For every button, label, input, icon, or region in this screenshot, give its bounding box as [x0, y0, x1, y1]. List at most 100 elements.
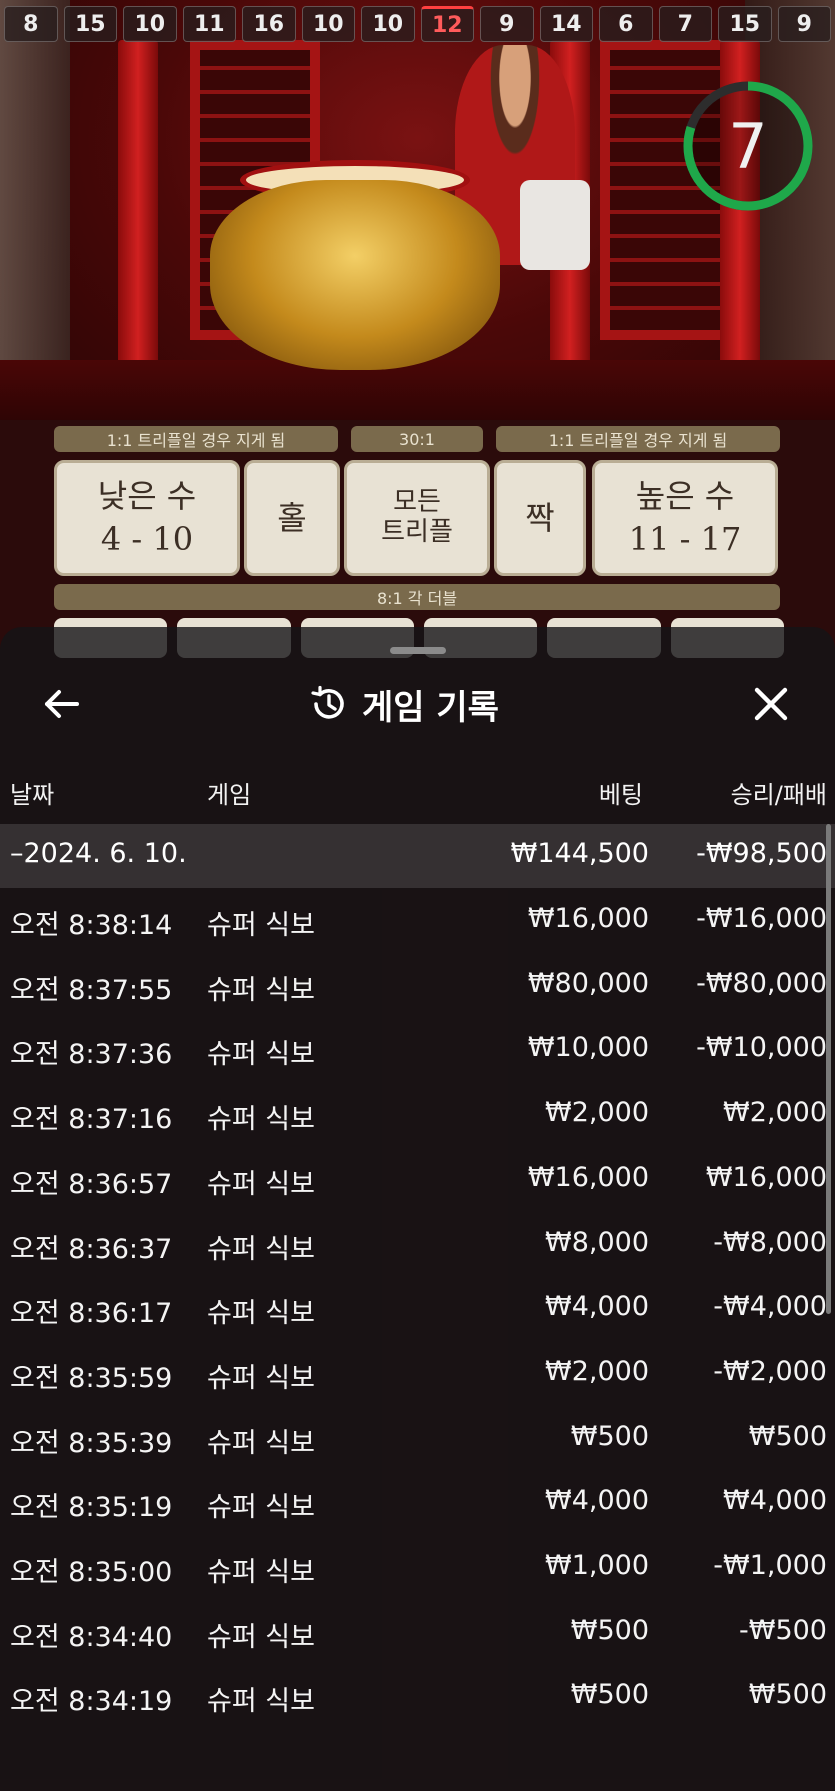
column-header-result: 승리/패배	[730, 781, 827, 809]
row-result: ₩4,000	[723, 1485, 827, 1517]
row-game: 슈퍼 식보	[207, 1621, 315, 1653]
row-bet: ₩16,000	[527, 1161, 649, 1193]
row-bet: ₩4,000	[545, 1485, 649, 1517]
bet-small-button[interactable]: 낮은 수 4 - 10	[54, 460, 240, 576]
history-row[interactable]: 오전 8:36:17 슈퍼 식보 ₩4,000 -₩4,000	[0, 1277, 835, 1341]
history-row[interactable]: 오전 8:35:59 슈퍼 식보 ₩2,000 -₩2,000	[0, 1342, 835, 1406]
payout-big: 1:1 트리플일 경우 지게 됨	[496, 426, 780, 452]
history-row[interactable]: 오전 8:35:19 슈퍼 식보 ₩4,000 ₩4,000	[0, 1471, 835, 1535]
row-result: -₩1,000	[713, 1550, 827, 1581]
game-history-sheet: 게임 기록 날짜 게임 베팅 승리/패배 –2024. 6. 10. ₩144,…	[0, 627, 835, 1791]
row-bet: ₩16,000	[527, 903, 649, 934]
bet-any-triple-button[interactable]: 모든 트리플	[344, 460, 490, 576]
bet-even-button[interactable]: 짝	[494, 460, 586, 576]
row-game: 슈퍼 식보	[207, 1686, 315, 1718]
row-game: 슈퍼 식보	[207, 1557, 315, 1588]
history-row[interactable]: 오전 8:37:16 슈퍼 식보 ₩2,000 ₩2,000	[0, 1083, 835, 1147]
history-row[interactable]: 오전 8:35:39 슈퍼 식보 ₩500 ₩500	[0, 1407, 835, 1471]
back-button[interactable]	[38, 681, 84, 727]
history-row[interactable]: 오전 8:34:19 슈퍼 식보 ₩500 ₩500	[0, 1665, 835, 1729]
dice-shaker-drum	[210, 180, 500, 370]
column-header-date: 날짜	[10, 781, 55, 809]
row-game: 슈퍼 식보	[207, 1104, 315, 1136]
result-cell: 10	[123, 6, 177, 42]
sheet-title-group: 게임 기록	[308, 679, 499, 729]
row-time: 오전 8:36:17	[10, 1298, 173, 1330]
history-row[interactable]: 오전 8:36:57 슈퍼 식보 ₩16,000 ₩16,000	[0, 1148, 835, 1212]
row-bet: ₩1,000	[545, 1550, 649, 1581]
history-row[interactable]: 오전 8:34:40 슈퍼 식보 ₩500 -₩500	[0, 1601, 835, 1665]
history-row[interactable]: 오전 8:37:55 슈퍼 식보 ₩80,000 -₩80,000	[0, 954, 835, 1018]
row-game: 슈퍼 식보	[207, 1427, 315, 1459]
row-time: 오전 8:34:19	[10, 1686, 173, 1718]
row-bet: ₩8,000	[545, 1226, 649, 1258]
row-result: -₩16,000	[696, 903, 827, 934]
sheet-title: 게임 기록	[362, 687, 499, 728]
bet-big-button[interactable]: 높은 수 11 - 17	[592, 460, 778, 576]
history-row[interactable]: 오전 8:35:00 슈퍼 식보 ₩1,000 -₩1,000	[0, 1536, 835, 1600]
row-time: 오전 8:35:59	[10, 1362, 173, 1394]
row-game: 슈퍼 식보	[207, 974, 315, 1006]
row-bet: ₩500	[570, 1679, 649, 1711]
date-summary-row[interactable]: –2024. 6. 10. ₩144,500 -₩98,500	[0, 824, 835, 888]
summary-bet-total: ₩144,500	[510, 838, 649, 869]
bet-any-triple-label-2: 트리플	[381, 517, 453, 547]
result-cell-latest: 12	[420, 6, 474, 42]
column-header-game: 게임	[207, 781, 252, 809]
bet-big-label: 높은 수	[635, 477, 735, 516]
row-game: 슈퍼 식보	[207, 1362, 315, 1394]
row-time: 오전 8:35:19	[10, 1492, 173, 1524]
summary-result-total: -₩98,500	[696, 838, 827, 869]
row-game: 슈퍼 식보	[207, 1233, 315, 1265]
result-cell: 16	[242, 6, 296, 42]
pillar-left	[118, 40, 158, 370]
payout-any-triple: 30:1	[351, 426, 483, 452]
row-bet: ₩10,000	[527, 1032, 649, 1064]
row-time: 오전 8:37:36	[10, 1039, 173, 1071]
result-cell: 9	[777, 6, 831, 42]
history-row[interactable]: 오전 8:37:36 슈퍼 식보 ₩10,000 -₩10,000	[0, 1018, 835, 1082]
history-row[interactable]: 오전 8:36:37 슈퍼 식보 ₩8,000 -₩8,000	[0, 1213, 835, 1277]
row-game: 슈퍼 식보	[207, 1492, 315, 1524]
row-result: ₩16,000	[705, 1161, 827, 1193]
row-result: ₩500	[748, 1420, 827, 1452]
row-time: 오전 8:37:55	[10, 974, 173, 1006]
row-time: 오전 8:36:37	[10, 1233, 173, 1265]
bet-small-label: 낮은 수	[97, 477, 197, 516]
row-time: 오전 8:35:39	[10, 1427, 173, 1459]
dealer-chair	[520, 180, 590, 270]
column-header-bet: 베팅	[598, 781, 643, 809]
result-cell: 10	[361, 6, 415, 42]
result-cell: 15	[63, 6, 117, 42]
row-bet: ₩500	[570, 1420, 649, 1452]
row-result: -₩4,000	[713, 1291, 827, 1323]
close-button[interactable]	[748, 681, 794, 727]
payout-double: 8:1 각 더블	[54, 584, 780, 610]
row-time: 오전 8:34:40	[10, 1621, 173, 1653]
recent-results-strip: 8 15 10 11 16 10 10 12 9 14 6 7 15 9	[0, 0, 835, 44]
history-scrollbar[interactable]	[826, 824, 831, 1314]
row-result: -₩2,000	[713, 1355, 827, 1387]
row-result: ₩2,000	[723, 1097, 827, 1129]
close-icon	[754, 687, 788, 721]
result-cell: 7	[658, 6, 712, 42]
sheet-drag-handle[interactable]	[390, 647, 446, 654]
row-bet: ₩4,000	[545, 1291, 649, 1323]
row-result: -₩10,000	[696, 1032, 827, 1064]
row-time: 오전 8:38:14	[10, 910, 173, 941]
row-bet: ₩80,000	[527, 967, 649, 999]
live-dealer-video	[0, 0, 835, 460]
bet-odd-button[interactable]: 홀	[244, 460, 340, 576]
bet-odd-label: 홀	[277, 498, 307, 537]
result-cell: 6	[599, 6, 653, 42]
result-cell: 9	[480, 6, 534, 42]
bet-big-range: 11 - 17	[628, 520, 742, 558]
row-game: 슈퍼 식보	[207, 1039, 315, 1071]
row-game: 슈퍼 식보	[207, 1298, 315, 1330]
history-icon	[311, 685, 344, 719]
result-cell: 11	[182, 6, 236, 42]
countdown-timer: 7	[680, 78, 816, 214]
history-row[interactable]: 오전 8:38:14 슈퍼 식보 ₩16,000 -₩16,000	[0, 889, 835, 953]
sheet-header: 게임 기록	[0, 675, 835, 733]
bet-any-triple-label-1: 모든	[393, 487, 441, 518]
